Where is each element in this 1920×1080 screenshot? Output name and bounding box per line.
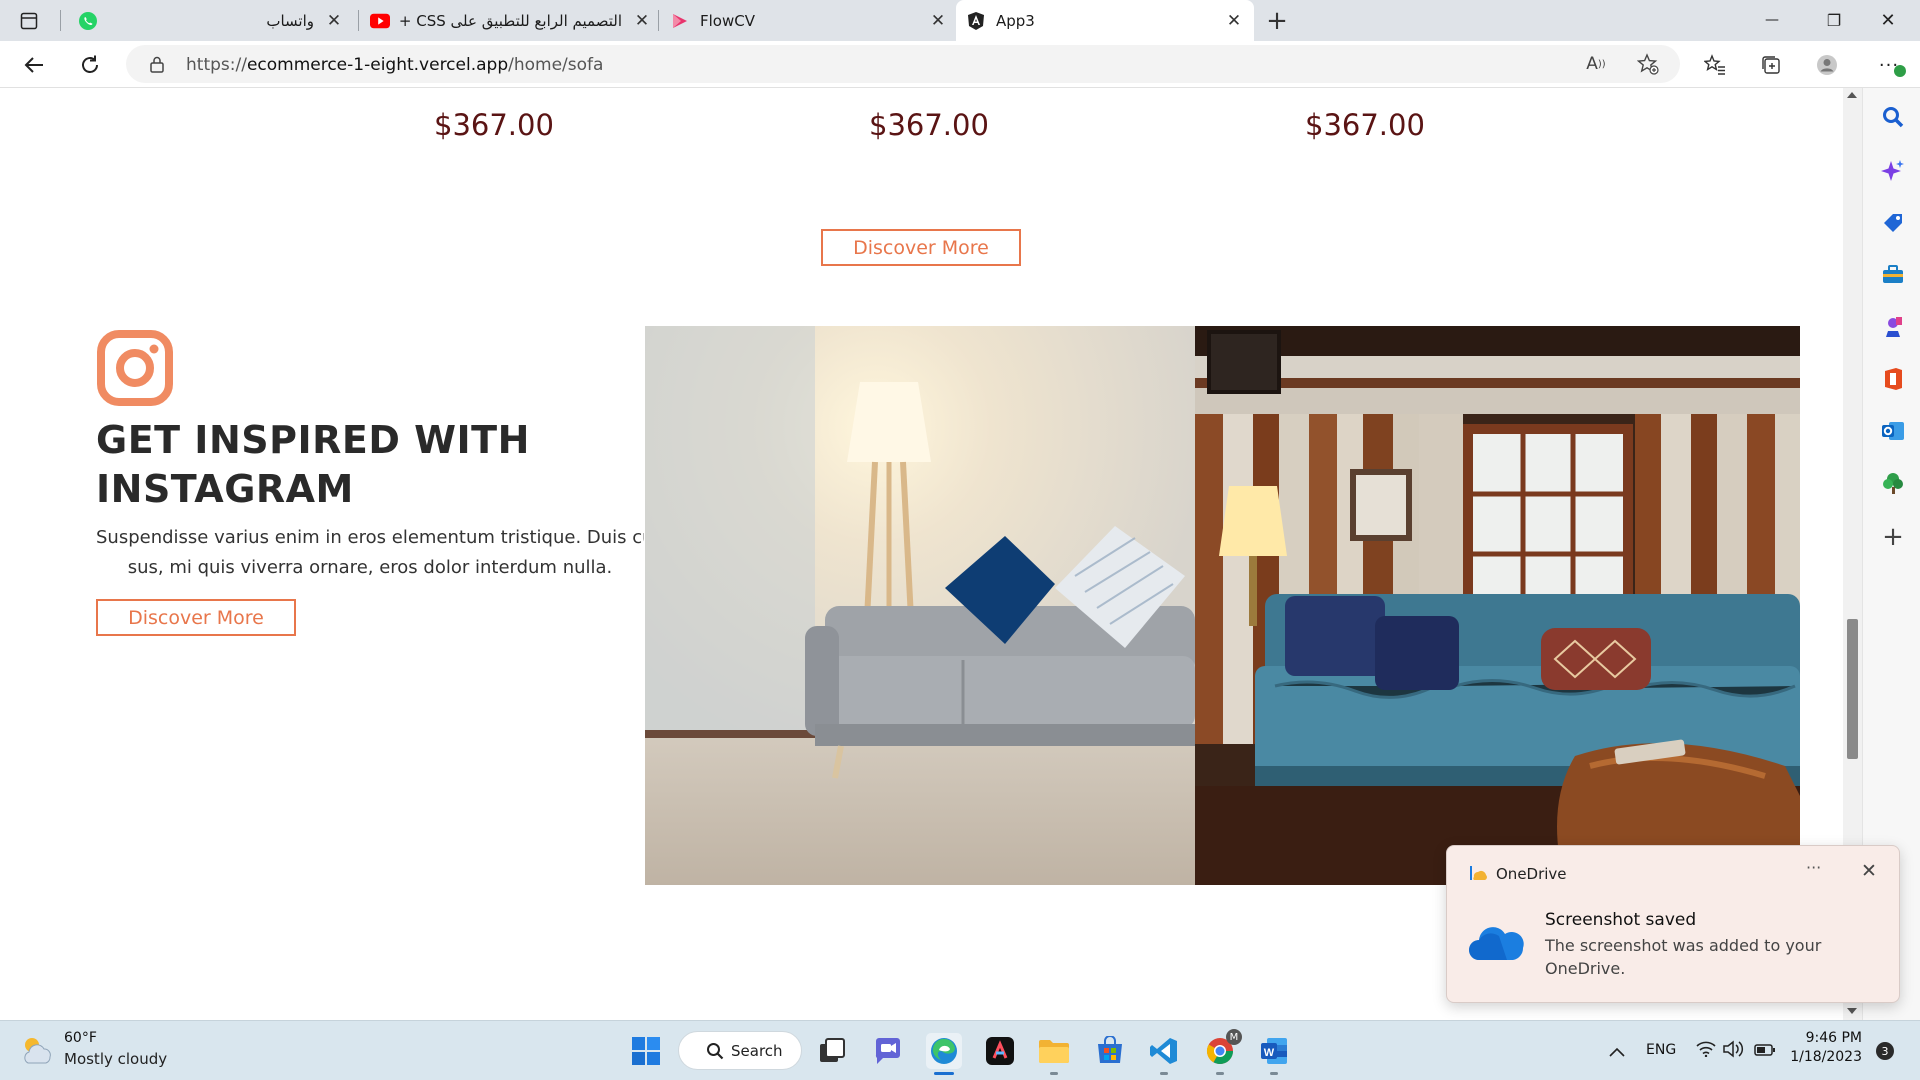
volume-icon[interactable] <box>1722 1040 1744 1062</box>
read-aloud-icon[interactable]: A)) <box>1584 53 1608 75</box>
refresh-icon[interactable] <box>76 51 104 79</box>
weather-condition: Mostly cloudy <box>64 1050 168 1068</box>
notification-count-badge[interactable]: 3 <box>1876 1042 1894 1060</box>
search-icon <box>706 1042 724 1064</box>
games-icon[interactable] <box>1880 314 1906 340</box>
tab-title: واتساب <box>266 11 314 30</box>
battery-icon[interactable] <box>1754 1042 1776 1061</box>
add-favorite-icon[interactable] <box>1636 52 1660 76</box>
search-label: Search <box>731 1041 783 1060</box>
word-icon[interactable]: W <box>1256 1033 1292 1075</box>
scroll-down-icon[interactable] <box>1847 1008 1857 1014</box>
notification-close-icon[interactable]: ✕ <box>1861 860 1877 882</box>
onedrive-small-icon <box>1469 865 1487 885</box>
scroll-up-icon[interactable] <box>1847 92 1857 98</box>
lock-icon[interactable] <box>148 55 166 73</box>
file-explorer-icon[interactable] <box>1036 1033 1072 1075</box>
flowcv-icon <box>670 11 690 31</box>
partly-cloudy-icon <box>20 1035 54 1069</box>
outlook-icon[interactable] <box>1880 418 1906 444</box>
address-bar[interactable]: https://ecommerce-1-eight.vercel.app/hom… <box>126 45 1680 83</box>
taskbar-search[interactable]: Search <box>678 1031 802 1070</box>
tab-close-icon[interactable]: ✕ <box>1224 11 1244 31</box>
task-view-icon[interactable] <box>814 1033 850 1069</box>
scrollbar-thumb[interactable] <box>1847 619 1858 759</box>
teams-chat-icon[interactable] <box>870 1033 906 1069</box>
favorites-icon[interactable] <box>1702 52 1728 78</box>
weather-temp: 60°F <box>64 1030 97 1046</box>
profile-icon[interactable] <box>1814 52 1840 78</box>
tree-icon[interactable] <box>1880 470 1906 496</box>
url-text: https://ecommerce-1-eight.vercel.app/hom… <box>186 55 604 75</box>
youtube-icon <box>370 11 390 31</box>
instagram-icon <box>96 329 174 407</box>
minimize-button[interactable]: — <box>1752 8 1792 32</box>
tab-close-icon[interactable]: ✕ <box>928 11 948 31</box>
tab-title: التصميم الرابع للتطبيق على CSS + <box>400 11 622 30</box>
vscode-icon[interactable] <box>1146 1033 1182 1075</box>
taskbar: 60°F Mostly cloudy Search M W ENG 9:46 P… <box>0 1020 1920 1080</box>
tools-icon[interactable] <box>1880 262 1906 288</box>
close-window-button[interactable]: ✕ <box>1868 8 1908 32</box>
chrome-icon[interactable]: M <box>1202 1029 1242 1075</box>
tab-close-icon[interactable]: ✕ <box>324 11 344 31</box>
adobe-express-icon[interactable] <box>982 1033 1018 1069</box>
tab-whatsapp[interactable]: واتساب ✕ <box>70 0 352 41</box>
whatsapp-icon <box>78 11 98 31</box>
office-icon[interactable] <box>1880 366 1906 392</box>
chrome-profile-badge: M <box>1226 1029 1242 1045</box>
add-icon[interactable]: + <box>1880 522 1906 552</box>
angular-icon <box>966 11 986 31</box>
product-price: $367.00 <box>869 108 989 142</box>
show-hidden-icons[interactable] <box>1608 1043 1626 1062</box>
shopping-tag-icon[interactable] <box>1880 210 1906 236</box>
tab-title: FlowCV <box>700 11 755 30</box>
new-tab-button[interactable]: + <box>1262 6 1292 36</box>
back-icon[interactable] <box>20 51 48 79</box>
instagram-description: Suspendisse varius enim in eros elementu… <box>96 527 644 578</box>
update-badge-icon <box>1894 65 1906 77</box>
search-icon[interactable] <box>1880 104 1906 130</box>
cabin-living-room-photo <box>1195 326 1800 885</box>
clock[interactable]: 9:46 PM 1/18/2023 <box>1790 1030 1862 1065</box>
product-price: $367.00 <box>434 108 554 142</box>
browser-toolbar: https://ecommerce-1-eight.vercel.app/hom… <box>0 41 1920 88</box>
notification-more-icon[interactable]: ··· <box>1806 858 1821 877</box>
clock-time: 9:46 PM <box>1805 1030 1862 1046</box>
microsoft-store-icon[interactable] <box>1092 1033 1128 1069</box>
svg-text:W: W <box>1264 1047 1275 1059</box>
instagram-heading: GET INSPIRED WITH INSTAGRAM <box>96 418 530 511</box>
product-price: $367.00 <box>1305 108 1425 142</box>
tab-app3[interactable]: App3 ✕ <box>956 0 1254 41</box>
tab-youtube[interactable]: التصميم الرابع للتطبيق على CSS + ✕ <box>362 0 660 41</box>
restore-button[interactable]: ❐ <box>1814 8 1854 32</box>
instagram-discover-more-button[interactable]: Discover More <box>96 599 296 636</box>
settings-more-icon[interactable]: ··· <box>1874 52 1906 78</box>
edge-icon[interactable] <box>926 1033 962 1075</box>
start-icon[interactable] <box>628 1033 664 1069</box>
onedrive-notification[interactable]: OneDrive ··· ✕ Screenshot saved The scre… <box>1446 845 1900 1003</box>
language-indicator[interactable]: ENG <box>1646 1042 1676 1058</box>
clock-date: 1/18/2023 <box>1790 1049 1862 1065</box>
tab-title: App3 <box>996 11 1035 30</box>
discover-more-button[interactable]: Discover More <box>821 229 1021 266</box>
wifi-icon[interactable] <box>1696 1041 1716 1061</box>
notification-heading: Screenshot saved <box>1545 910 1697 930</box>
tab-flowcv[interactable]: FlowCV ✕ <box>662 0 956 41</box>
notification-app-name: OneDrive <box>1496 865 1567 883</box>
tab-close-icon[interactable]: ✕ <box>632 11 652 31</box>
notification-body: The screenshot was added to your OneDriv… <box>1545 936 1822 978</box>
tab-actions-icon[interactable] <box>18 10 40 32</box>
onedrive-cloud-icon <box>1467 924 1525 966</box>
collections-icon[interactable] <box>1758 52 1784 78</box>
living-room-photo <box>645 326 1195 885</box>
sparkle-icon[interactable] <box>1880 158 1906 184</box>
tab-strip: واتساب ✕ التصميم الرابع للتطبيق على CSS … <box>0 0 1920 41</box>
